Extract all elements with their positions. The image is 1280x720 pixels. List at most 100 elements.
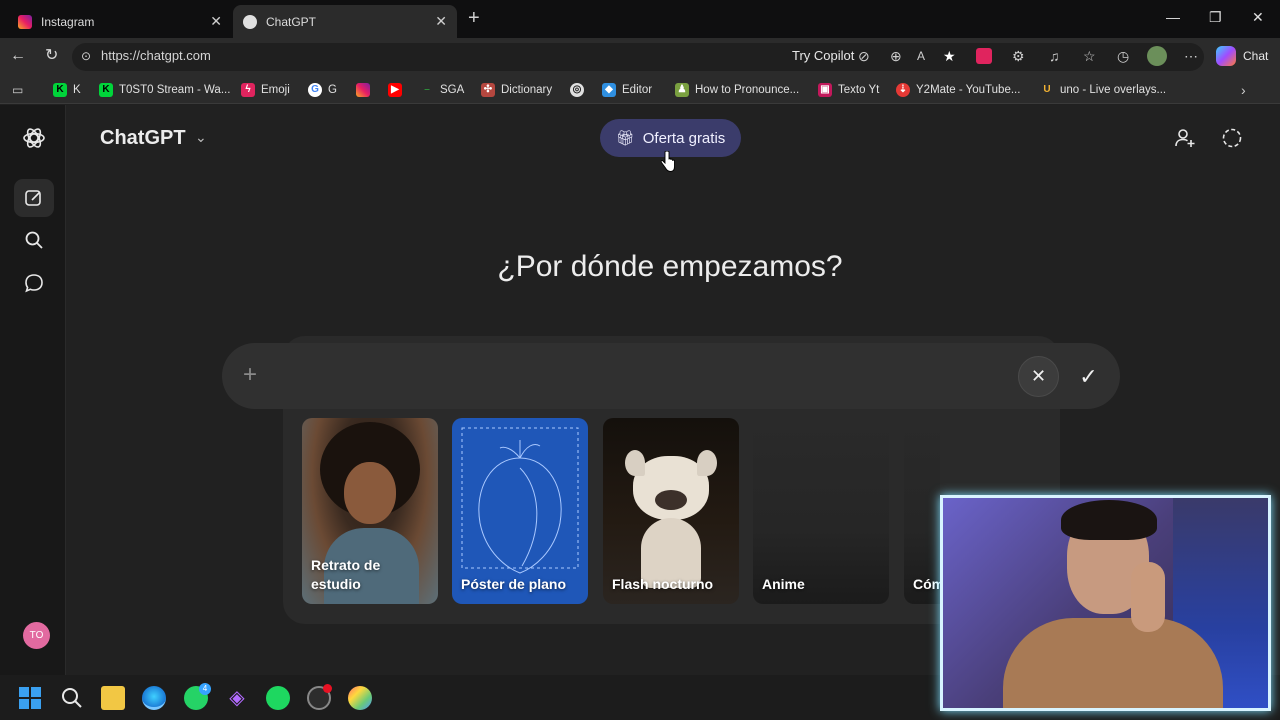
suggestion-card-flash[interactable]: Flash nocturno — [603, 418, 739, 604]
bookmark-emoji[interactable]: ϟ Emoji — [241, 83, 290, 97]
more-menu-icon[interactable]: ⋯ — [1184, 48, 1198, 64]
search-icon[interactable] — [22, 228, 46, 252]
history-icon[interactable]: ◷ — [1117, 48, 1129, 64]
cancel-button[interactable]: ✕ — [1018, 356, 1059, 397]
bookmark-tosto-stream[interactable]: K T0ST0 Stream - Wa... — [99, 83, 230, 97]
texto-icon: ▣ — [818, 83, 832, 97]
media-icon[interactable]: ♫ — [1049, 48, 1060, 64]
read-aloud-icon[interactable]: A — [917, 48, 925, 64]
y2mate-icon: ⇣ — [896, 83, 910, 97]
new-chat-icon[interactable] — [22, 186, 46, 210]
editor-icon: ◆ — [602, 83, 616, 97]
edge-browser-icon[interactable] — [142, 686, 166, 710]
minimize-icon[interactable]: — — [1166, 9, 1180, 25]
bookmark-sga[interactable]: – SGA — [420, 83, 464, 97]
webcam-overlay — [940, 495, 1271, 711]
app-diamond-icon[interactable]: ◈ — [225, 686, 249, 710]
bookmark-texto-yt[interactable]: ▣ Texto Yt — [818, 83, 879, 97]
suggestion-card-partial[interactable]: Cóm — [904, 418, 940, 604]
model-selector-title[interactable]: ChatGPT — [100, 127, 186, 150]
suggestion-card-retrato[interactable]: Retrato de estudio — [302, 418, 438, 604]
new-tab-button[interactable]: + — [468, 8, 480, 28]
bookmark-google[interactable]: GG — [308, 83, 337, 97]
copilot-chat-icon[interactable] — [1216, 46, 1236, 66]
card-label: Anime — [762, 576, 805, 592]
webcam-shirt — [1003, 618, 1223, 708]
spotify-icon[interactable] — [266, 686, 290, 710]
bookmark-dictionary[interactable]: ✣ Dictionary — [481, 83, 552, 97]
bookmark-k[interactable]: KK — [53, 83, 81, 97]
chat-button-label[interactable]: Chat — [1243, 49, 1268, 63]
user-avatar[interactable]: TO — [23, 622, 50, 649]
windows-start-icon[interactable] — [18, 686, 42, 710]
pronounce-icon: ♟ — [675, 83, 689, 97]
close-icon: ✕ — [1030, 366, 1047, 386]
portrait-face — [344, 462, 396, 524]
uno-icon: U — [1043, 84, 1051, 95]
prompt-composer[interactable] — [222, 343, 1120, 409]
bookmark-uno[interactable]: Uuno - Live overlays... — [1040, 83, 1166, 97]
openai-logo-icon[interactable] — [22, 126, 46, 150]
instagram-icon — [356, 83, 370, 97]
youtube-icon: ▶ — [388, 83, 402, 97]
page-heading: ¿Por dónde empezamos? — [497, 250, 843, 283]
file-explorer-icon[interactable] — [101, 686, 125, 710]
tab-instagram[interactable]: Instagram ✕ — [8, 5, 232, 38]
chatgpt-icon — [243, 14, 257, 29]
chevron-down-icon[interactable]: ⌄ — [195, 129, 207, 146]
url-text[interactable]: https://chatgpt.com — [101, 48, 211, 63]
bookmarks-overflow-chevron-icon[interactable]: › — [1241, 82, 1246, 98]
add-attachment-icon[interactable]: + — [243, 361, 257, 389]
confirm-button[interactable]: ✓ — [1068, 356, 1109, 397]
bookmark-editor[interactable]: ◆ Editor — [602, 83, 652, 97]
emoji-icon: ϟ — [241, 83, 255, 97]
add-user-icon[interactable] — [1174, 127, 1196, 149]
dictionary-icon: ✣ — [481, 83, 495, 97]
chatgpt-icon: ◎ — [570, 83, 584, 97]
address-bar[interactable] — [72, 43, 1204, 71]
zoom-icon[interactable]: ⊕ — [890, 48, 902, 64]
close-window-icon[interactable]: ✕ — [1252, 9, 1264, 25]
bookmark-youtube[interactable]: ▶ — [388, 83, 408, 97]
recording-dot — [323, 684, 332, 693]
kick-icon: K — [53, 83, 67, 97]
bookmark-instagram[interactable] — [356, 83, 376, 97]
extension-icon[interactable] — [976, 48, 992, 64]
suggestion-card-anime[interactable]: Anime — [753, 418, 889, 604]
tab-title: Instagram — [41, 14, 95, 29]
free-offer-label: Oferta gratis — [642, 129, 726, 147]
back-icon[interactable]: ← — [10, 47, 26, 65]
card-label: Flash nocturno — [612, 576, 714, 592]
suggestion-card-poster[interactable]: Póster de plano — [452, 418, 588, 604]
mouse-cursor-icon — [660, 151, 675, 172]
webcam-hair — [1061, 500, 1157, 540]
favorites-icon[interactable]: ☆ — [1083, 48, 1096, 64]
tab-actions-icon[interactable]: ▭ — [12, 83, 23, 97]
check-icon: ✓ — [1079, 363, 1098, 389]
webcam-hand — [1131, 562, 1165, 632]
close-tab-icon[interactable]: ✕ — [210, 13, 222, 29]
bookmark-y2mate[interactable]: ⇣ Y2Mate - YouTube... — [896, 83, 1020, 97]
bookmark-chatgpt[interactable]: ◎ — [570, 83, 590, 97]
paint-icon[interactable] — [348, 686, 372, 710]
reload-icon[interactable]: ↻ — [45, 47, 58, 65]
taskbar-search-icon[interactable] — [60, 686, 84, 710]
temporary-chat-icon[interactable] — [1221, 127, 1243, 149]
tab-chatgpt[interactable]: ChatGPT ✕ — [233, 5, 457, 38]
site-info-icon[interactable]: ⊙ — [81, 48, 91, 64]
profile-avatar[interactable] — [1147, 46, 1167, 66]
try-copilot-label[interactable]: Try Copilot — [792, 48, 854, 63]
bookmark-how-to-pronounce[interactable]: ♟ How to Pronounce... — [675, 83, 799, 97]
dog-muzzle — [655, 490, 687, 510]
tab-title: ChatGPT — [266, 14, 317, 29]
copilot-icon[interactable]: ⊘ — [858, 48, 870, 64]
restore-icon[interactable]: ❐ — [1209, 9, 1222, 25]
close-tab-icon[interactable]: ✕ — [435, 13, 447, 29]
favorite-star-icon[interactable]: ★ — [943, 48, 956, 64]
gift-icon: 🎁︎ — [615, 130, 635, 147]
extensions-puzzle-icon[interactable]: ⚙ — [1012, 48, 1025, 64]
instagram-icon — [18, 14, 32, 29]
card-label: Retrato de estudio — [311, 557, 381, 592]
sga-icon: – — [424, 84, 430, 95]
google-icon: G — [308, 83, 322, 97]
